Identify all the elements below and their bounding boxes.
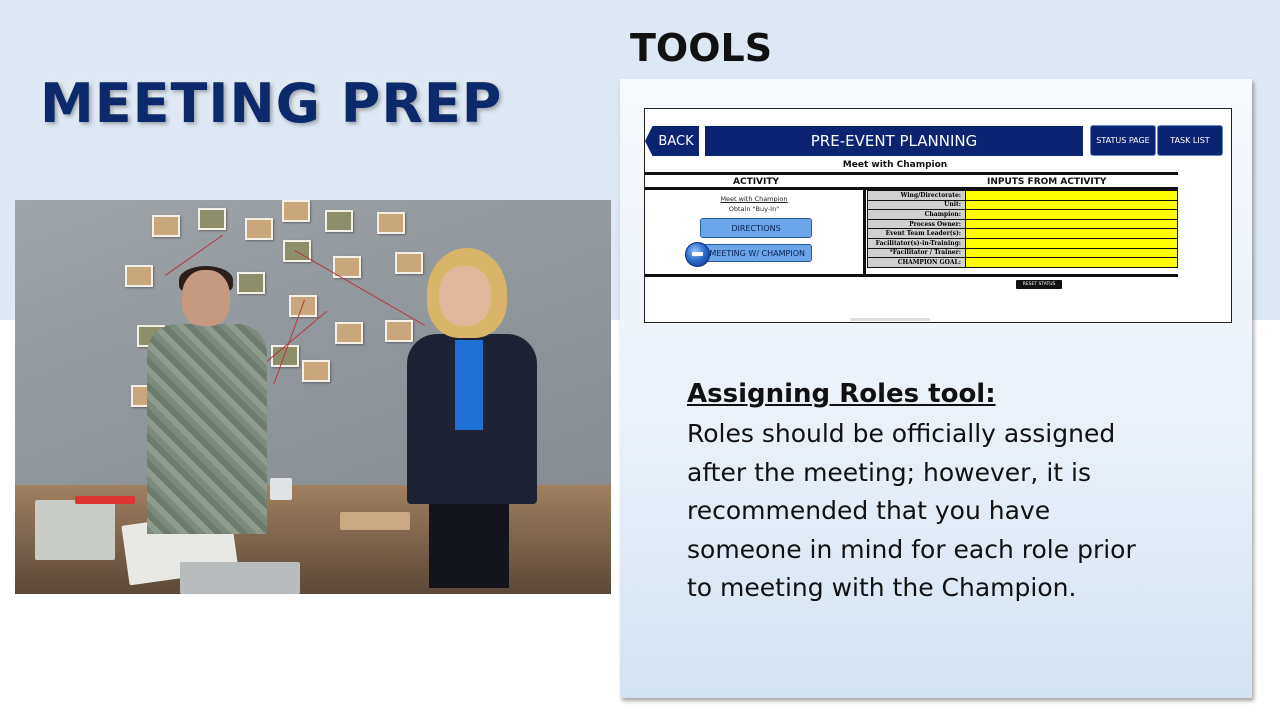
page-header: PRE-EVENT PLANNING [705, 126, 1083, 156]
input-row: Event Team Leader(s): [867, 228, 1178, 239]
input-label: *Facilitator / Trainer: [867, 247, 966, 259]
pre-event-planning-screenshot: BACK PRE-EVENT PLANNING STATUS PAGE TASK… [644, 108, 1232, 323]
input-field[interactable] [965, 257, 1178, 268]
input-label: Wing/Directorate: [867, 190, 966, 201]
wall-photo [335, 322, 363, 344]
wall-photo [245, 218, 273, 240]
wall-photo [282, 200, 310, 222]
wall-photo [198, 208, 226, 230]
reset-status-button[interactable]: RESET STATUS [1016, 280, 1062, 289]
input-field[interactable] [965, 228, 1178, 239]
back-button[interactable]: BACK [645, 126, 699, 156]
table-item [270, 478, 292, 500]
input-label: Facilitator(s)-in-Training: [867, 237, 966, 249]
activity-link[interactable]: Meet with Champion [645, 195, 863, 203]
tools-card: BACK PRE-EVENT PLANNING STATUS PAGE TASK… [620, 79, 1252, 698]
divider [645, 172, 1178, 175]
input-label: Champion: [867, 209, 966, 220]
input-field[interactable] [965, 199, 1178, 211]
divider [645, 274, 1178, 277]
roles-line: Roles should be officially assigned [687, 419, 1116, 448]
meeting-icon[interactable] [685, 242, 710, 267]
wall-photo [377, 212, 405, 234]
input-row: Unit: [867, 199, 1178, 211]
table-item [340, 512, 410, 530]
input-field[interactable] [965, 190, 1178, 201]
roles-description: Roles should be officially assigned afte… [687, 415, 1187, 608]
roles-line: recommended that you have [687, 496, 1051, 525]
wall-photo [302, 360, 330, 382]
table-item [180, 562, 300, 594]
roles-title: Assigning Roles tool: [687, 379, 996, 409]
table-item [35, 500, 115, 560]
input-row: Wing/Directorate: [867, 190, 1178, 201]
scroll-indicator [850, 318, 930, 321]
input-field[interactable] [965, 237, 1178, 249]
status-page-button[interactable]: STATUS PAGE [1090, 125, 1156, 156]
input-label: Process Owner: [867, 218, 966, 230]
table-item [75, 496, 135, 504]
page-subheader: Meet with Champion [842, 160, 948, 170]
input-field[interactable] [965, 209, 1178, 220]
person-airman [147, 266, 267, 534]
inputs-column-header: INPUTS FROM ACTIVITY [987, 177, 1107, 187]
task-list-button[interactable]: TASK LIST [1157, 125, 1223, 156]
activity-column-header: ACTIVITY [733, 177, 780, 187]
section-title: TOOLS [630, 26, 773, 70]
input-row: CHAMPION GOAL: [867, 257, 1178, 268]
wall-photo [325, 210, 353, 232]
input-row: Facilitator(s)-in-Training: [867, 237, 1178, 249]
roles-line: to meeting with the Champion. [687, 573, 1077, 602]
input-row: Champion: [867, 209, 1178, 220]
person-secretary [407, 248, 537, 588]
roles-line: after the meeting; however, it is [687, 457, 1091, 487]
input-field[interactable] [965, 218, 1178, 230]
workshop-photo [15, 200, 611, 594]
slide-title: MEETING PREP [40, 72, 503, 135]
activity-subtitle: Obtain "Buy-In" [728, 205, 780, 213]
input-label: CHAMPION GOAL: [867, 257, 966, 268]
input-row: Process Owner: [867, 218, 1178, 230]
wall-photo [289, 295, 317, 317]
inputs-table: Wing/Directorate: Unit: Champion: Process O… [867, 190, 1178, 268]
meeting-champion-button[interactable]: MEETING W/ CHAMPION [700, 244, 812, 262]
wall-photo [152, 215, 180, 237]
roles-line: someone in mind for each role prior [687, 534, 1136, 564]
input-label: Unit: [867, 199, 966, 211]
input-field[interactable] [965, 247, 1178, 259]
input-row: *Facilitator / Trainer: [867, 247, 1178, 259]
input-label: Event Team Leader(s): [867, 228, 966, 239]
directions-button[interactable]: DIRECTIONS [700, 218, 812, 238]
